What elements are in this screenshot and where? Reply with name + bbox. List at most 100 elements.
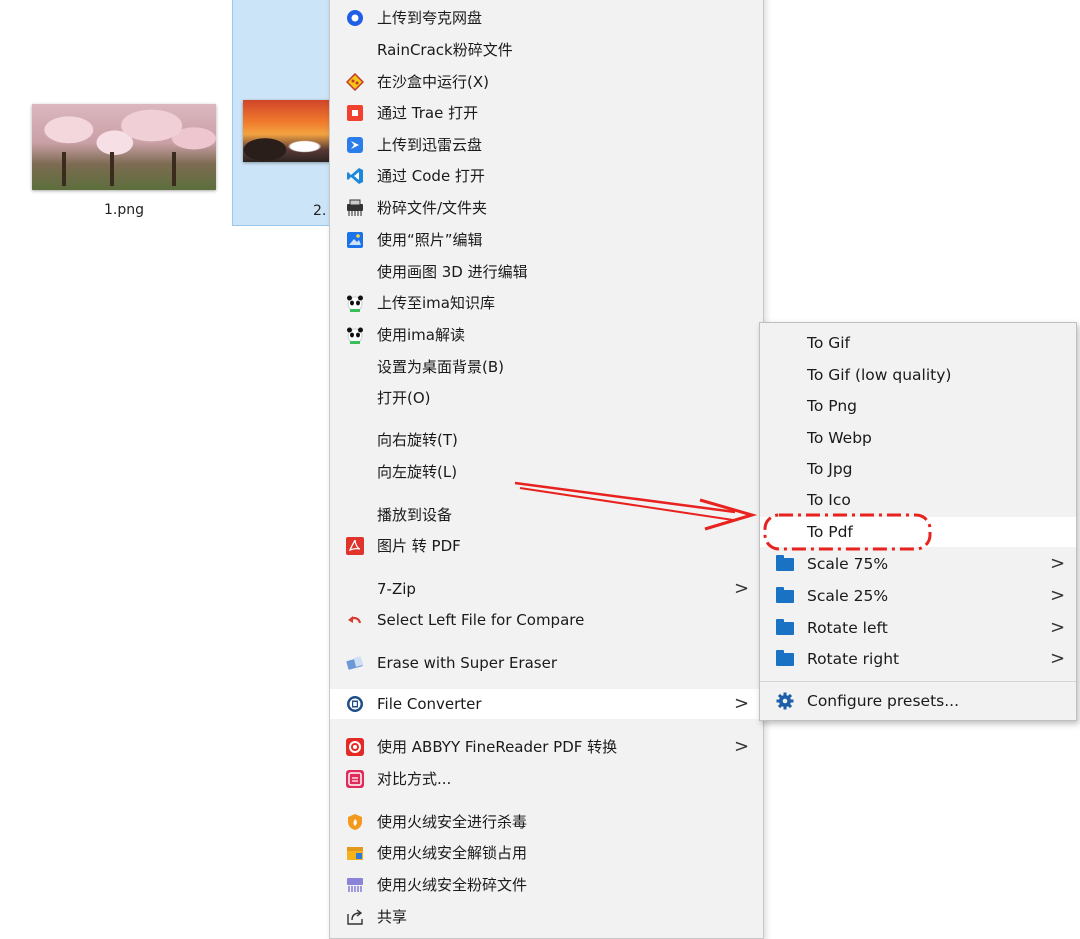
acrobat-icon — [346, 537, 364, 555]
menu-item-label: 打开(O) — [377, 389, 431, 407]
submenu-item-label: To Png — [807, 397, 857, 415]
folder-icon — [776, 619, 794, 635]
submenu-item-scale-25[interactable]: Scale 25% > — [760, 581, 1076, 611]
menu-item-label: 向左旋转(L) — [377, 463, 458, 481]
menu-item-label: 使用“照片”编辑 — [377, 231, 483, 249]
menu-item-label: 上传到迅雷云盘 — [377, 136, 483, 154]
submenu-item-label: Scale 25% — [807, 587, 889, 605]
menu-item-7zip[interactable]: 7-Zip > — [330, 574, 763, 604]
submenu-item-label: To Gif — [807, 334, 851, 352]
menu-item-abbyy[interactable]: 使用 ABBYY FineReader PDF 转换 > — [330, 732, 763, 762]
compare-icon — [348, 616, 362, 624]
gear-icon — [776, 692, 794, 710]
menu-item-label: 播放到设备 — [377, 506, 453, 524]
menu-item-label: Erase with Super Eraser — [377, 654, 557, 672]
vscode-icon — [347, 168, 363, 184]
menu-item-rotate-left[interactable]: 向左旋转(L) — [330, 457, 763, 487]
menu-item-sandbox[interactable]: 在沙盒中运行(X) — [330, 67, 763, 97]
menu-item-ima-upload[interactable]: 上传至ima知识库 — [330, 288, 763, 318]
menu-item-photos-edit[interactable]: 使用“照片”编辑 — [330, 225, 763, 255]
shredder-icon — [347, 199, 363, 216]
menu-item-huorong-unlock[interactable]: 使用火绒安全解锁占用 — [330, 838, 763, 868]
file-1png[interactable]: 1.png — [24, 96, 224, 226]
panda-icon — [347, 295, 363, 312]
menu-item-open[interactable]: 打开(O) — [330, 383, 763, 413]
menu-item-label: File Converter — [377, 695, 482, 713]
trae-icon — [347, 105, 363, 121]
chevron-right-icon: > — [734, 578, 750, 599]
menu-item-label: 上传到夸克网盘 — [377, 9, 483, 27]
menu-item-label: Select Left File for Compare — [377, 611, 585, 629]
file-converter-icon — [347, 696, 363, 712]
sandbox-icon — [346, 73, 364, 91]
submenu-separator — [760, 681, 1076, 682]
menu-item-shred-folder[interactable]: 粉碎文件/文件夹 — [330, 193, 763, 223]
submenu-item-to-gif-low[interactable]: To Gif (low quality) — [760, 360, 1076, 390]
file-2png-selected[interactable]: 2. — [232, 0, 342, 226]
submenu-item-label: To Webp — [807, 429, 872, 447]
menu-item-label: RainCrack粉碎文件 — [377, 41, 513, 59]
menu-item-label: 设置为桌面背景(B) — [377, 358, 504, 376]
menu-item-label: 使用火绒安全粉碎文件 — [377, 876, 528, 894]
sunset-thumbnail — [243, 100, 331, 162]
submenu-item-label: Rotate right — [807, 650, 900, 668]
submenu-item-scale-75[interactable]: Scale 75% > — [760, 549, 1076, 579]
menu-item-label: 在沙盒中运行(X) — [377, 73, 489, 91]
menu-item-label: 使用画图 3D 进行编辑 — [377, 263, 528, 281]
submenu-item-rotate-right[interactable]: Rotate right > — [760, 644, 1076, 674]
panda-icon — [347, 327, 363, 344]
menu-item-huorong-scan[interactable]: 使用火绒安全进行杀毒 — [330, 807, 763, 837]
submenu-item-to-jpg[interactable]: To Jpg — [760, 454, 1076, 484]
cherry-blossom-thumbnail — [32, 104, 216, 190]
quark-icon — [347, 10, 363, 26]
menu-item-vscode[interactable]: 通过 Code 打开 — [330, 161, 763, 191]
menu-item-label: 使用火绒安全进行杀毒 — [377, 813, 528, 831]
menu-item-thunder[interactable]: 上传到迅雷云盘 — [330, 130, 763, 160]
menu-item-raincrack[interactable]: RainCrack粉碎文件 — [330, 35, 763, 65]
file-converter-submenu: To Gif To Gif (low quality) To Png To We… — [759, 322, 1077, 721]
menu-item-huorong-shred[interactable]: 使用火绒安全粉碎文件 — [330, 870, 763, 900]
menu-item-rotate-right[interactable]: 向右旋转(T) — [330, 425, 763, 455]
submenu-item-configure-presets[interactable]: Configure presets... — [760, 686, 1076, 716]
menu-item-super-eraser[interactable]: Erase with Super Eraser — [330, 648, 763, 678]
menu-item-set-wallpaper[interactable]: 设置为桌面背景(B) — [330, 352, 763, 382]
submenu-item-to-pdf[interactable]: To Pdf — [760, 517, 1076, 547]
file-name: 1.png — [103, 202, 144, 218]
eraser-icon — [346, 656, 363, 670]
menu-item-quark[interactable]: 上传到夸克网盘 — [330, 3, 763, 33]
submenu-item-to-png[interactable]: To Png — [760, 391, 1076, 421]
menu-item-label: 对比方式... — [377, 770, 452, 788]
menu-item-label: 向右旋转(T) — [377, 431, 458, 449]
abbyy-icon — [346, 738, 364, 756]
menu-item-trae[interactable]: 通过 Trae 打开 — [330, 98, 763, 128]
submenu-item-label: Rotate left — [807, 619, 888, 637]
submenu-item-rotate-left[interactable]: Rotate left > — [760, 613, 1076, 643]
menu-item-cast-to-device[interactable]: 播放到设备 — [330, 500, 763, 530]
file-name: 2. — [313, 203, 327, 219]
submenu-item-label: To Ico — [807, 491, 851, 509]
folder-icon — [776, 555, 794, 571]
menu-item-label: 通过 Trae 打开 — [377, 104, 479, 122]
folder-icon — [776, 650, 794, 666]
menu-item-share[interactable]: 共享 — [330, 902, 763, 932]
menu-item-label: 7-Zip — [377, 580, 416, 598]
menu-item-compare-with[interactable]: 对比方式... — [330, 764, 763, 794]
menu-item-ima-read[interactable]: 使用ima解读 — [330, 320, 763, 350]
menu-item-label: 使用 ABBYY FineReader PDF 转换 — [377, 738, 618, 756]
menu-item-label: 图片 转 PDF — [377, 537, 461, 555]
folder-icon — [776, 587, 794, 603]
menu-item-label: 使用ima解读 — [377, 326, 465, 344]
shred-icon — [347, 878, 363, 892]
unlock-icon — [347, 847, 363, 860]
submenu-item-to-ico[interactable]: To Ico — [760, 485, 1076, 515]
menu-item-paint3d[interactable]: 使用画图 3D 进行编辑 — [330, 257, 763, 287]
submenu-item-to-gif[interactable]: To Gif — [760, 328, 1076, 358]
share-icon — [347, 909, 363, 925]
menu-item-file-converter[interactable]: File Converter > — [330, 689, 763, 719]
thunder-icon — [347, 137, 363, 153]
menu-item-select-left-compare[interactable]: Select Left File for Compare — [330, 605, 763, 635]
menu-item-image-to-pdf[interactable]: 图片 转 PDF — [330, 531, 763, 561]
submenu-item-to-webp[interactable]: To Webp — [760, 423, 1076, 453]
submenu-item-label: To Jpg — [807, 460, 853, 478]
submenu-item-label: Configure presets... — [807, 692, 960, 710]
